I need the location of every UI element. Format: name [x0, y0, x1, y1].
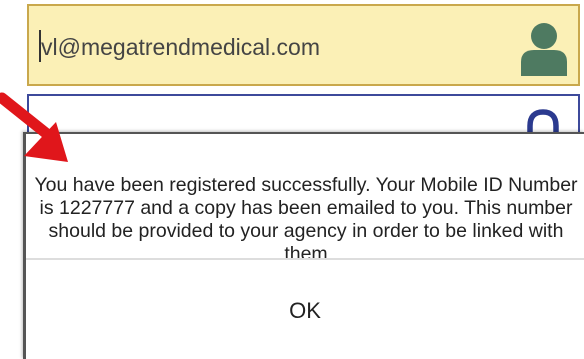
ok-button[interactable]: OK [26, 262, 584, 359]
red-arrow-icon [0, 92, 68, 162]
registration-success-dialog: You have been registered successfully. Y… [23, 132, 584, 359]
dialog-message: You have been registered successfully. Y… [34, 174, 578, 265]
email-input-value: vl@megatrendmedical.com [41, 34, 321, 60]
dialog-divider [26, 258, 584, 260]
user-icon [521, 23, 567, 76]
email-input[interactable]: vl@megatrendmedical.com [27, 4, 580, 86]
